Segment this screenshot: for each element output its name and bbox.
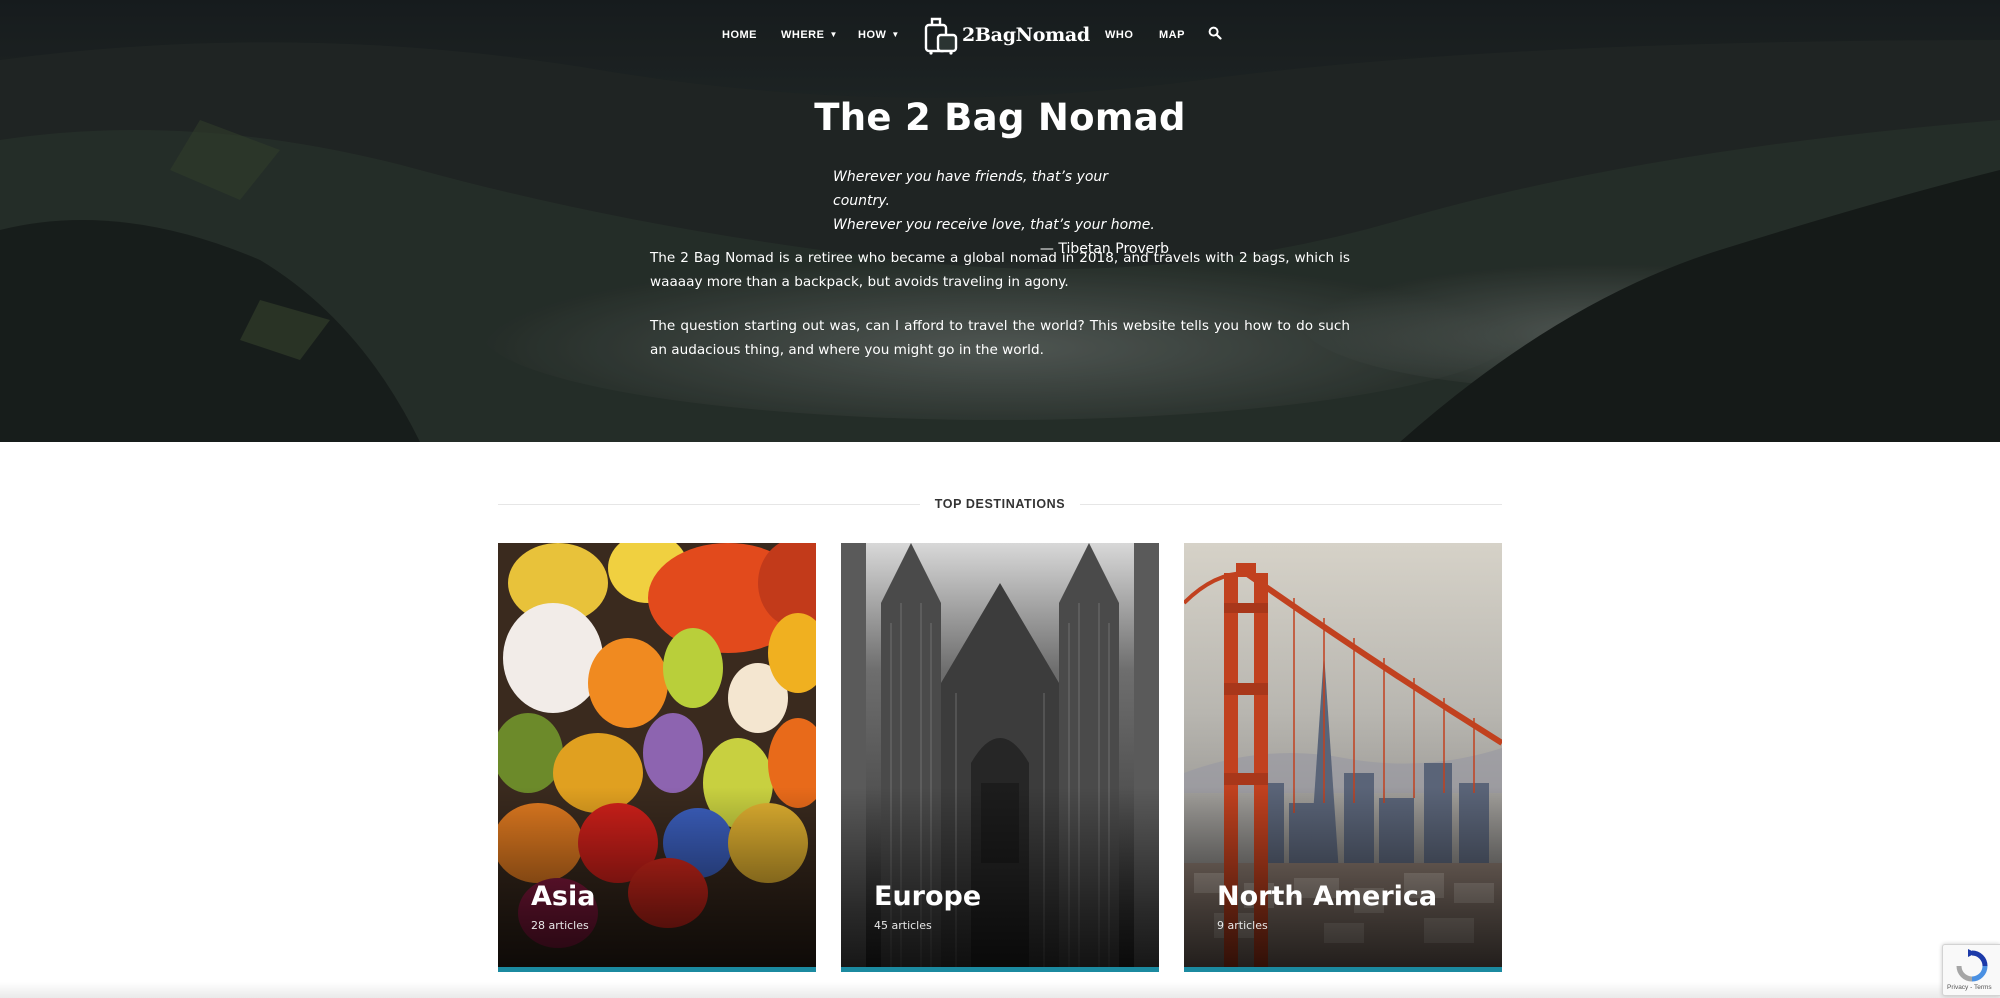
suitcase-icon xyxy=(924,17,958,55)
site-logo[interactable]: 2BagNomad xyxy=(922,14,1090,56)
divider xyxy=(1080,504,1502,505)
recaptcha-badge[interactable]: Privacy - Terms xyxy=(1942,944,2000,996)
destination-card-north-america[interactable]: North America 9 articles xyxy=(1184,543,1502,972)
nav-who[interactable]: WHO xyxy=(1105,29,1133,41)
intro-paragraph-2: The question starting out was, can I aff… xyxy=(650,318,1350,358)
nav-how[interactable]: HOW ▼ xyxy=(858,29,900,41)
card-accent-bar xyxy=(1184,967,1502,972)
nav-where[interactable]: WHERE ▼ xyxy=(781,29,838,41)
quote-line-1: Wherever you have friends, that’s your c… xyxy=(833,169,1109,209)
card-shade xyxy=(1184,787,1502,967)
recaptcha-icon xyxy=(1956,949,1988,982)
nav-home[interactable]: HOME xyxy=(722,29,757,41)
recaptcha-terms[interactable]: Privacy - Terms xyxy=(1947,984,1992,991)
logo-text: 2BagNomad xyxy=(962,24,1090,46)
quote-line-2: Wherever you receive love, that’s your h… xyxy=(833,217,1155,233)
card-shade xyxy=(498,787,816,967)
chevron-down-icon: ▼ xyxy=(829,30,838,39)
card-title: Europe xyxy=(874,881,982,912)
destination-card-asia[interactable]: Asia 28 articles xyxy=(498,543,816,972)
nav-where-label: WHERE xyxy=(781,29,825,41)
search-icon[interactable] xyxy=(1208,26,1222,40)
nav-who-label: WHO xyxy=(1105,29,1134,41)
page-title: The 2 Bag Nomad xyxy=(814,96,1186,139)
nav-map[interactable]: MAP xyxy=(1159,29,1185,41)
card-count: 45 articles xyxy=(874,919,932,932)
card-title: North America xyxy=(1217,881,1438,912)
intro-paragraph-1: The 2 Bag Nomad is a retiree who became … xyxy=(650,250,1350,290)
nav-home-label: HOME xyxy=(722,29,757,41)
card-count: 28 articles xyxy=(531,919,589,932)
nav-how-label: HOW xyxy=(858,29,887,41)
destination-card-europe[interactable]: Europe 45 articles xyxy=(841,543,1159,972)
nav-map-label: MAP xyxy=(1159,29,1185,41)
main-navigation: HOME WHERE ▼ HOW ▼ 2BagNomad WHO MAP xyxy=(0,0,2000,72)
card-title: Asia xyxy=(531,881,596,912)
section-heading: TOP DESTINATIONS xyxy=(498,494,1502,516)
chevron-down-icon: ▼ xyxy=(891,30,900,39)
card-accent-bar xyxy=(498,967,816,972)
card-count: 9 articles xyxy=(1217,919,1268,932)
hero-banner: HOME WHERE ▼ HOW ▼ 2BagNomad WHO MAP The… xyxy=(0,0,2000,442)
card-shade xyxy=(841,787,1159,967)
card-accent-bar xyxy=(841,967,1159,972)
page-bottom-edge xyxy=(0,982,2000,998)
